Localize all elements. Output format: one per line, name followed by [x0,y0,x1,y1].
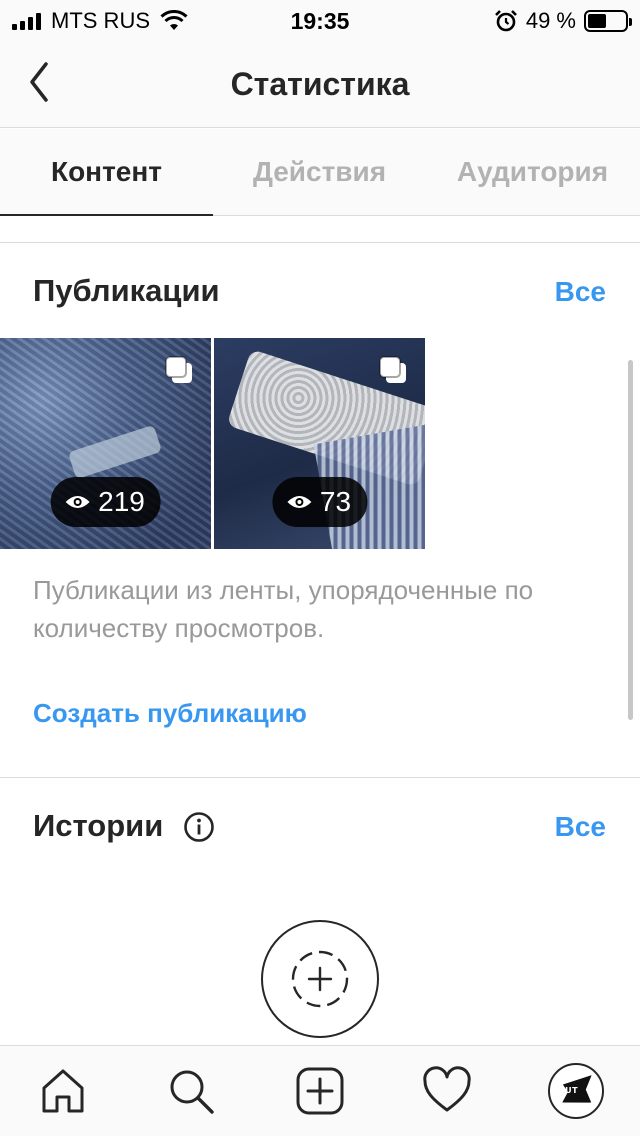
search-icon[interactable] [166,1066,216,1116]
add-story-icon [291,950,349,1008]
create-post-link[interactable]: Создать публикацию [33,698,307,729]
tab-content[interactable]: Контент [0,129,213,216]
status-right: 49 % [494,8,632,34]
profile-logo-text: DUT [558,1086,579,1095]
stories-title: Истории [33,808,164,843]
tab-audience[interactable]: Аудитория [426,129,639,215]
battery-percent: 49 % [525,8,576,33]
section-divider [0,242,640,243]
post-thumbnail[interactable]: 219 [0,338,211,549]
publications-grid: 219 73 [0,338,425,549]
battery-icon [584,10,632,32]
eye-icon [286,496,311,508]
views-badge: 73 [271,477,368,527]
new-post-icon[interactable] [295,1066,345,1116]
stories-see-all-link[interactable]: Все [555,811,606,843]
views-badge: 219 [50,477,161,527]
section-divider [0,777,640,778]
views-count: 219 [98,486,145,517]
navigation-bar: Статистика [0,40,640,128]
scrollbar[interactable] [628,360,633,720]
carousel-icon [379,356,406,383]
battery-fill [588,14,606,28]
home-icon[interactable] [38,1066,88,1116]
carousel-icon [165,356,192,383]
views-count: 73 [319,486,352,517]
eye-icon [65,496,90,508]
insights-tabs: Контент Действия Аудитория [0,129,640,216]
bottom-tab-bar: DUT [0,1045,640,1136]
info-icon[interactable] [183,811,215,843]
publications-description: Публикации из ленты, упорядоченные по ко… [33,575,534,643]
publications-see-all-link[interactable]: Все [555,276,606,308]
activity-heart-icon[interactable] [422,1066,472,1116]
add-story-button[interactable] [261,920,379,1038]
alarm-clock-icon [494,10,517,32]
tab-activity[interactable]: Действия [213,129,426,215]
page-title: Статистика [230,66,410,102]
post-thumbnail[interactable]: 73 [214,338,425,549]
profile-avatar[interactable]: DUT [548,1063,604,1119]
publications-title: Публикации [33,273,220,308]
status-bar: MTS RUS 19:35 49 % [0,0,640,40]
